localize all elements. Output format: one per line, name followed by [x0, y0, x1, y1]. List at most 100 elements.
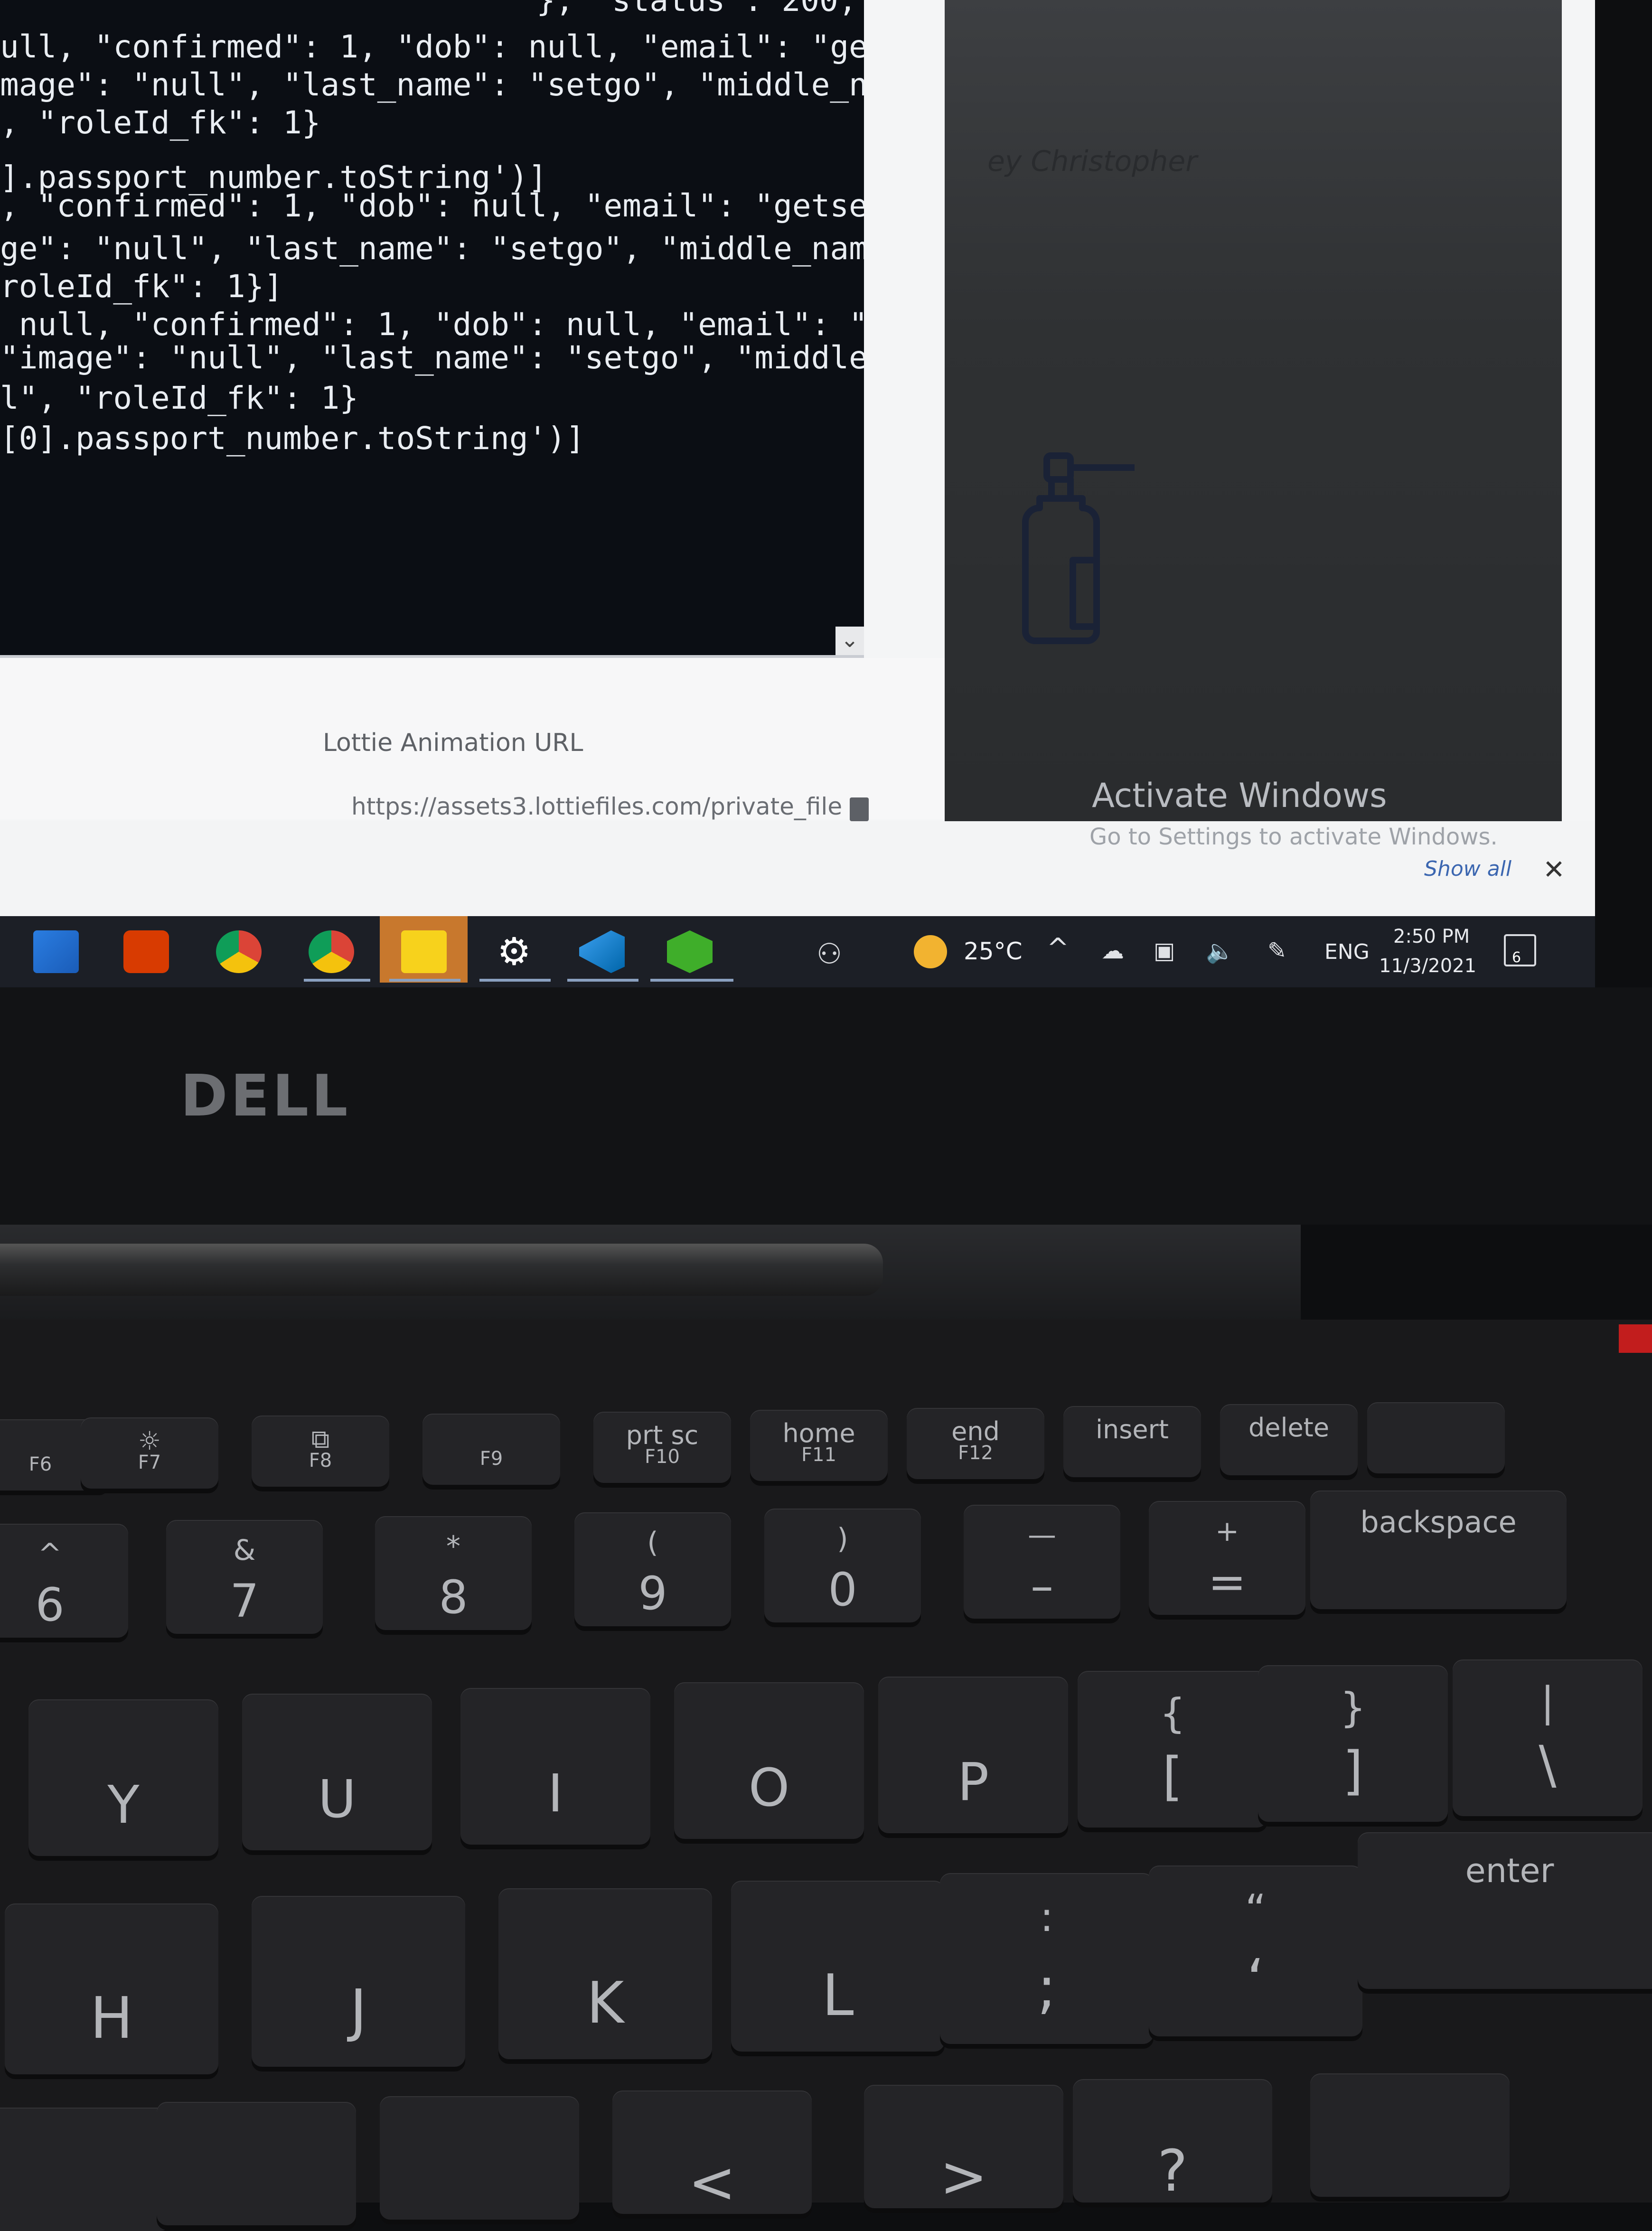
letter-key[interactable]: Y [28, 1699, 218, 1856]
red-accent [1619, 1324, 1652, 1353]
fn-key[interactable]: ⧉ F8 [252, 1415, 389, 1487]
chevron-up-icon[interactable]: ^ [1047, 933, 1069, 964]
chrome-profile-icon[interactable] [309, 930, 354, 973]
key-top-label: + [1215, 1515, 1239, 1548]
sticky-notes-icon[interactable] [401, 930, 447, 973]
letter-key[interactable]: O [674, 1682, 864, 1839]
key-top-label: & [233, 1534, 256, 1567]
console-line: , "roleId_fk": 1} [0, 104, 321, 141]
node-running-indicator [650, 979, 733, 982]
key-bottom-label: ? [1157, 2138, 1188, 2204]
letter-key[interactable]: L [731, 1881, 945, 2052]
key-bottom-label: [ [1162, 1746, 1183, 1807]
key-top-label: * [446, 1530, 460, 1563]
show-all-link[interactable]: Show all [1424, 857, 1511, 881]
console-line: "image": "null", "last_name": "setgo", "… [0, 339, 868, 376]
key-bottom-label: 6 [35, 1578, 65, 1631]
letter-key[interactable] [157, 2102, 356, 2225]
pen-icon[interactable]: ✎ [1267, 937, 1286, 964]
console-line: [0].passport_number.toString')] [0, 420, 585, 457]
stylus-pen [0, 1244, 883, 1296]
key-bottom-label: O [748, 1757, 790, 1818]
key-bottom-label: F9 [479, 1448, 503, 1470]
fn-key[interactable]: insert [1063, 1406, 1201, 1477]
clock-time[interactable]: 2:50 PM [1393, 926, 1470, 947]
fn-key[interactable] [1367, 1402, 1505, 1473]
network-icon[interactable]: ▣ [1154, 937, 1175, 964]
letter-key[interactable]: P [878, 1677, 1068, 1833]
console-output: }, "status": 200, ull, "confirmed": 1, "… [0, 0, 868, 658]
letter-key[interactable]: U [242, 1694, 432, 1850]
volume-icon[interactable]: 🔈 [1206, 937, 1234, 965]
letter-key[interactable]: I [460, 1688, 650, 1845]
preview-panel [945, 0, 1562, 821]
console-line: , "confirmed": 1, "dob": null, "email": … [0, 187, 868, 224]
fn-key[interactable]: ☼ F7 [81, 1417, 218, 1489]
onedrive-icon[interactable]: ☁ [1101, 937, 1124, 964]
close-icon[interactable]: ✕ [1543, 854, 1565, 885]
key-bottom-label: F12 [958, 1442, 993, 1464]
key-top-label: ) [837, 1522, 848, 1556]
console-line: ull, "confirmed": 1, "dob": null, "email… [0, 28, 868, 65]
backspace-key[interactable]: backspace [1310, 1490, 1567, 1609]
fn-key[interactable]: home F11 [750, 1410, 888, 1481]
key-top-label: enter [1465, 1851, 1554, 1890]
number-key[interactable]: ^ 6 [0, 1524, 128, 1638]
clock-date[interactable]: 11/3/2021 [1379, 955, 1476, 977]
key-bottom-label: = [1208, 1556, 1247, 1609]
spray-bottle-icon [1022, 452, 1135, 644]
office-icon[interactable] [123, 930, 169, 973]
letter-key[interactable]: H [5, 1903, 218, 2074]
fn-key[interactable]: delete [1220, 1404, 1358, 1475]
weather-temperature[interactable]: 25°C [964, 937, 1023, 965]
letter-key[interactable]: :; [940, 1873, 1154, 2044]
key-bottom-label: ; [1037, 1955, 1057, 2021]
key-bottom-label: \ [1539, 1734, 1557, 1795]
key-top-label: “ [1245, 1886, 1267, 1933]
mail-icon[interactable] [33, 930, 79, 973]
key-top-label: { [1159, 1690, 1186, 1737]
key-top-label: } [1340, 1684, 1366, 1732]
letter-key[interactable]: > [864, 2085, 1063, 2210]
number-key[interactable]: & 7 [166, 1520, 323, 1634]
copy-icon[interactable] [850, 797, 869, 821]
key-bottom-label: 7 [230, 1575, 259, 1628]
number-key[interactable]: * 8 [375, 1516, 532, 1630]
number-key[interactable]: ) 0 [764, 1509, 921, 1622]
enter-key[interactable]: enter [1358, 1832, 1652, 1989]
letter-key[interactable]: J [252, 1896, 465, 2067]
letter-key[interactable]: “‘ [1149, 1865, 1362, 2036]
scroll-down-arrow-icon[interactable]: ⌄ [835, 627, 864, 655]
key-bottom-label: H [90, 1986, 133, 2052]
key-top-label: : [1040, 1894, 1054, 1941]
people-icon[interactable]: ⚇ [817, 937, 842, 971]
letter-key[interactable]: < [612, 2090, 812, 2216]
letter-key[interactable]: }] [1258, 1665, 1448, 1822]
letter-key[interactable]: | \ [1453, 1659, 1643, 1816]
letter-key[interactable]: K [498, 1888, 712, 2059]
key-top-label: delete [1248, 1413, 1330, 1443]
key-bottom-label: K [586, 1970, 624, 2036]
lottie-url-field[interactable]: https://assets3.lottiefiles.com/private_… [351, 793, 842, 820]
key-top-label: insert [1096, 1415, 1169, 1444]
key-bottom-label: > [939, 2144, 988, 2210]
letter-key[interactable] [1310, 2073, 1510, 2197]
fn-key[interactable]: F9 [422, 1414, 560, 1485]
console-line: roleId_fk": 1}] [0, 268, 283, 305]
letter-key[interactable]: {[ [1078, 1671, 1267, 1828]
language-indicator[interactable]: ENG [1324, 940, 1370, 964]
letter-key[interactable] [380, 2096, 579, 2220]
weather-icon[interactable] [914, 935, 947, 968]
number-key[interactable]: — – [964, 1505, 1120, 1619]
number-key[interactable]: + = [1149, 1501, 1305, 1615]
lottie-url-label: Lottie Animation URL [323, 729, 583, 757]
key-top-label: ^ [38, 1537, 62, 1571]
key-bottom-label: U [318, 1769, 357, 1829]
settings-icon[interactable]: ⚙ [491, 930, 537, 973]
letter-key[interactable]: ? [1073, 2079, 1272, 2204]
fn-key[interactable]: prt sc F10 [593, 1412, 731, 1483]
chrome-icon[interactable] [216, 930, 262, 973]
number-key[interactable]: (9 [574, 1512, 731, 1626]
fn-key[interactable]: end F12 [907, 1408, 1044, 1479]
letter-key[interactable] [0, 2108, 171, 2231]
